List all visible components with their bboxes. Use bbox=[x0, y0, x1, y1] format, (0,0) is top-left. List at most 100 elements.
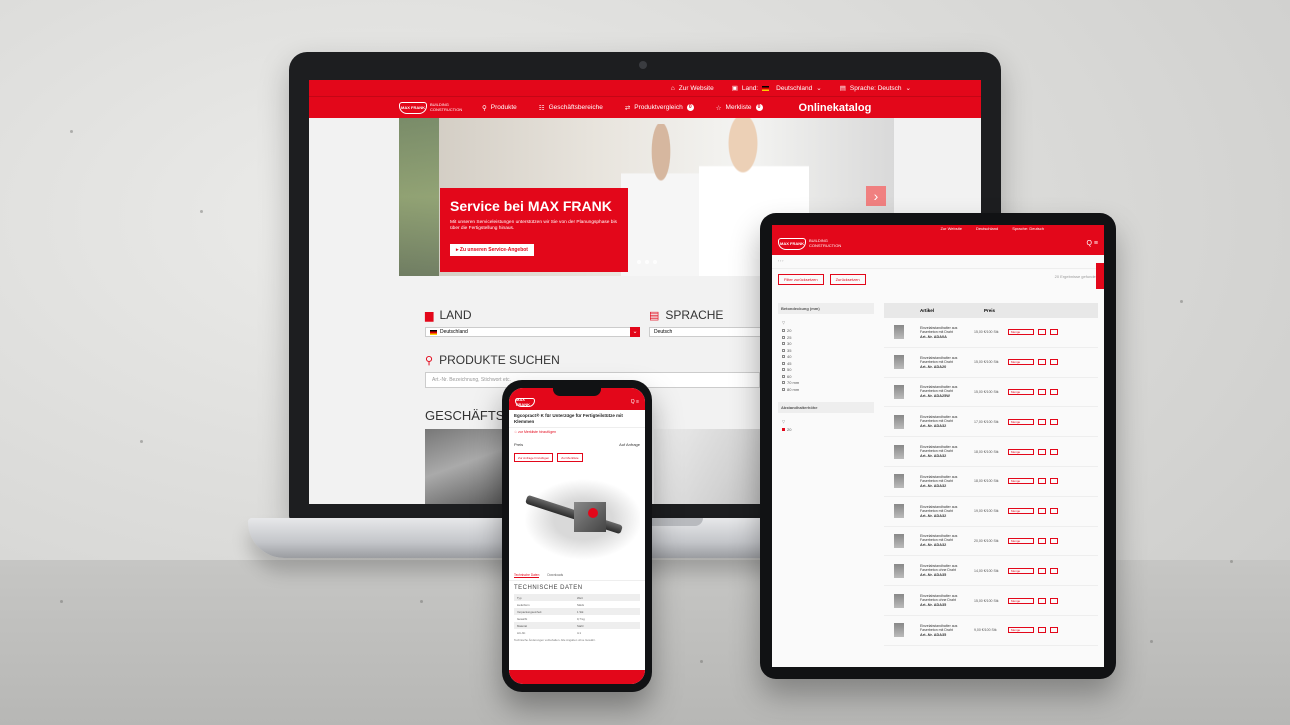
quantity-select[interactable]: Menge bbox=[1008, 448, 1034, 455]
filter-option[interactable]: 80 mm bbox=[782, 387, 874, 392]
product-thumbnail[interactable] bbox=[894, 593, 904, 608]
star-icon[interactable] bbox=[1050, 388, 1058, 395]
menu-icon[interactable]: Q ≡ bbox=[1087, 240, 1098, 247]
table-row[interactable]: Einzelabstandhalter aus Faserbeton mit D… bbox=[884, 437, 1098, 467]
carousel-dots[interactable] bbox=[637, 260, 657, 264]
menu-icon[interactable]: Q ≡ bbox=[631, 399, 639, 405]
add-to-watchlist-button[interactable]: Zur Merkliste bbox=[557, 453, 583, 462]
product-thumbnail[interactable] bbox=[894, 623, 904, 638]
filter-option[interactable]: 25 bbox=[782, 335, 874, 340]
cart-icon[interactable] bbox=[1038, 329, 1046, 336]
product-thumbnail[interactable] bbox=[894, 533, 904, 548]
country-select[interactable]: Deutschland ⌄ bbox=[425, 327, 640, 337]
cart-icon[interactable] bbox=[1038, 537, 1046, 544]
filter-option[interactable]: 50 bbox=[782, 367, 874, 372]
table-row[interactable]: Einzelabstandhalter aus Faserbeton ohne … bbox=[884, 586, 1098, 616]
logo[interactable]: MAX FRANK BUILDING CONSTRUCTION bbox=[778, 237, 841, 250]
product-thumbnail[interactable] bbox=[894, 384, 904, 399]
star-icon[interactable] bbox=[1050, 627, 1058, 634]
watchlist-link[interactable]: ☆ zur Merkliste hinzufügen bbox=[509, 428, 645, 436]
country-selector[interactable]: ▣ Land: Deutschland ⌄ bbox=[732, 84, 822, 93]
checkbox-icon bbox=[782, 342, 785, 345]
nav-item-merkliste[interactable]: ☆ Merkliste 0 bbox=[716, 104, 763, 112]
product-thumbnail[interactable] bbox=[894, 504, 904, 519]
product-thumbnail[interactable] bbox=[894, 474, 904, 489]
tab-downloads[interactable]: Downloads bbox=[547, 573, 563, 578]
cart-icon[interactable] bbox=[1038, 359, 1046, 366]
quantity-select[interactable]: Menge bbox=[1008, 388, 1034, 395]
language-select[interactable]: Deutsch bbox=[649, 327, 764, 337]
reset-button[interactable]: Zurücksetzen bbox=[829, 274, 866, 285]
table-row[interactable]: Einzelabstandhalter aus Faserbeton mit D… bbox=[884, 318, 1098, 348]
page-title: Onlinekatalog bbox=[798, 101, 872, 114]
product-thumbnail[interactable] bbox=[894, 325, 904, 340]
table-row[interactable]: Einzelabstandhalter aus Faserbeton mit D… bbox=[884, 348, 1098, 378]
cart-icon[interactable] bbox=[1038, 508, 1046, 515]
star-icon[interactable] bbox=[1050, 359, 1058, 366]
count-badge: 0 bbox=[686, 104, 694, 111]
quantity-select[interactable]: Menge bbox=[1008, 567, 1034, 574]
logo[interactable]: MAX FRANK BUILDING CONSTRUCTION bbox=[399, 101, 462, 114]
filter-option[interactable]: 35 bbox=[782, 348, 874, 353]
chevron-right-icon[interactable]: › bbox=[866, 186, 886, 206]
add-to-request-button[interactable]: Zur Anfrage hinzufügen bbox=[514, 453, 554, 462]
business-area-image[interactable] bbox=[654, 429, 774, 504]
star-icon[interactable] bbox=[1050, 329, 1058, 336]
disclaimer-text: Technische Änderungen vorbehalten. Alle … bbox=[514, 638, 596, 642]
star-icon[interactable] bbox=[1050, 448, 1058, 455]
star-icon[interactable] bbox=[1050, 418, 1058, 425]
main-nav: MAX FRANK BUILDING CONSTRUCTION ⚲ Produkt… bbox=[309, 96, 981, 118]
star-icon[interactable] bbox=[1050, 597, 1058, 604]
star-icon[interactable] bbox=[1050, 508, 1058, 515]
product-thumbnail[interactable] bbox=[894, 563, 904, 578]
cart-icon[interactable] bbox=[1038, 627, 1046, 634]
filter-option[interactable]: 30 bbox=[782, 341, 874, 346]
quantity-select[interactable]: Menge bbox=[1008, 537, 1034, 544]
filter-reset-button[interactable]: Filter zurücksetzen bbox=[778, 274, 824, 285]
quantity-select[interactable]: Menge bbox=[1008, 597, 1034, 604]
quantity-select[interactable]: Menge bbox=[1008, 329, 1034, 336]
website-link[interactable]: ⌂ Zur Website bbox=[671, 85, 714, 92]
star-icon[interactable] bbox=[1050, 478, 1058, 485]
side-contact-tab[interactable] bbox=[1096, 263, 1104, 289]
tab-technical-data[interactable]: Technische Daten bbox=[514, 573, 540, 578]
product-thumbnail[interactable] bbox=[894, 444, 904, 459]
product-image[interactable] bbox=[514, 472, 640, 567]
logo[interactable]: MAX FRANK bbox=[515, 397, 535, 407]
table-row[interactable]: Einzelabstandhalter aus Faserbeton mit D… bbox=[884, 497, 1098, 527]
cart-icon[interactable] bbox=[1038, 448, 1046, 455]
table-row[interactable]: Einzelabstandhalter aus Faserbeton mit D… bbox=[884, 378, 1098, 408]
filter-option[interactable]: 40 bbox=[782, 354, 874, 359]
cart-icon[interactable] bbox=[1038, 418, 1046, 425]
star-icon[interactable] bbox=[1050, 537, 1058, 544]
nav-item-geschaeftsbereiche[interactable]: ☷ Geschäftsbereiche bbox=[539, 104, 603, 112]
quantity-select[interactable]: Menge bbox=[1008, 418, 1034, 425]
nav-item-produktvergleich[interactable]: ⇄ Produktvergleich 0 bbox=[625, 104, 694, 112]
table-row[interactable]: Einzelabstandhalter aus Faserbeton mit D… bbox=[884, 527, 1098, 557]
tablet-top-bar: Zur Website Deutschland Sprache: Deutsch bbox=[772, 225, 1104, 232]
cart-icon[interactable] bbox=[1038, 388, 1046, 395]
cart-icon[interactable] bbox=[1038, 597, 1046, 604]
quantity-select[interactable]: Menge bbox=[1008, 627, 1034, 634]
cart-icon[interactable] bbox=[1038, 478, 1046, 485]
table-row[interactable]: Einzelabstandhalter aus Faserbeton mit D… bbox=[884, 467, 1098, 497]
filter-option[interactable]: 20 bbox=[782, 328, 874, 333]
table-row[interactable]: Einzelabstandhalter aus Faserbeton ohne … bbox=[884, 556, 1098, 587]
filter-option[interactable]: 70 mm bbox=[782, 380, 874, 385]
nav-item-produkte[interactable]: ⚲ Produkte bbox=[482, 104, 517, 112]
product-thumbnail[interactable] bbox=[894, 355, 904, 370]
filter-option[interactable]: 60 bbox=[782, 374, 874, 379]
table-row[interactable]: Einzelabstandhalter aus Faserbeton mit D… bbox=[884, 616, 1098, 646]
table-row[interactable]: Einzelabstandhalter aus Faserbeton mit D… bbox=[884, 407, 1098, 438]
cart-icon[interactable] bbox=[1038, 567, 1046, 574]
quantity-select[interactable]: Menge bbox=[1008, 359, 1034, 366]
quantity-select[interactable]: Menge bbox=[1008, 478, 1034, 485]
filter-option[interactable]: 20 bbox=[782, 427, 874, 432]
hero-title: Service bei MAX FRANK bbox=[450, 198, 612, 214]
hero-cta-button[interactable]: ▸ Zu unseren Service-Angebot bbox=[450, 244, 534, 256]
language-selector[interactable]: ▤ Sprache: Deutsch ⌄ bbox=[840, 84, 911, 93]
star-icon[interactable] bbox=[1050, 567, 1058, 574]
product-thumbnail[interactable] bbox=[894, 414, 904, 429]
quantity-select[interactable]: Menge bbox=[1008, 508, 1034, 515]
filter-option[interactable]: 45 bbox=[782, 361, 874, 366]
